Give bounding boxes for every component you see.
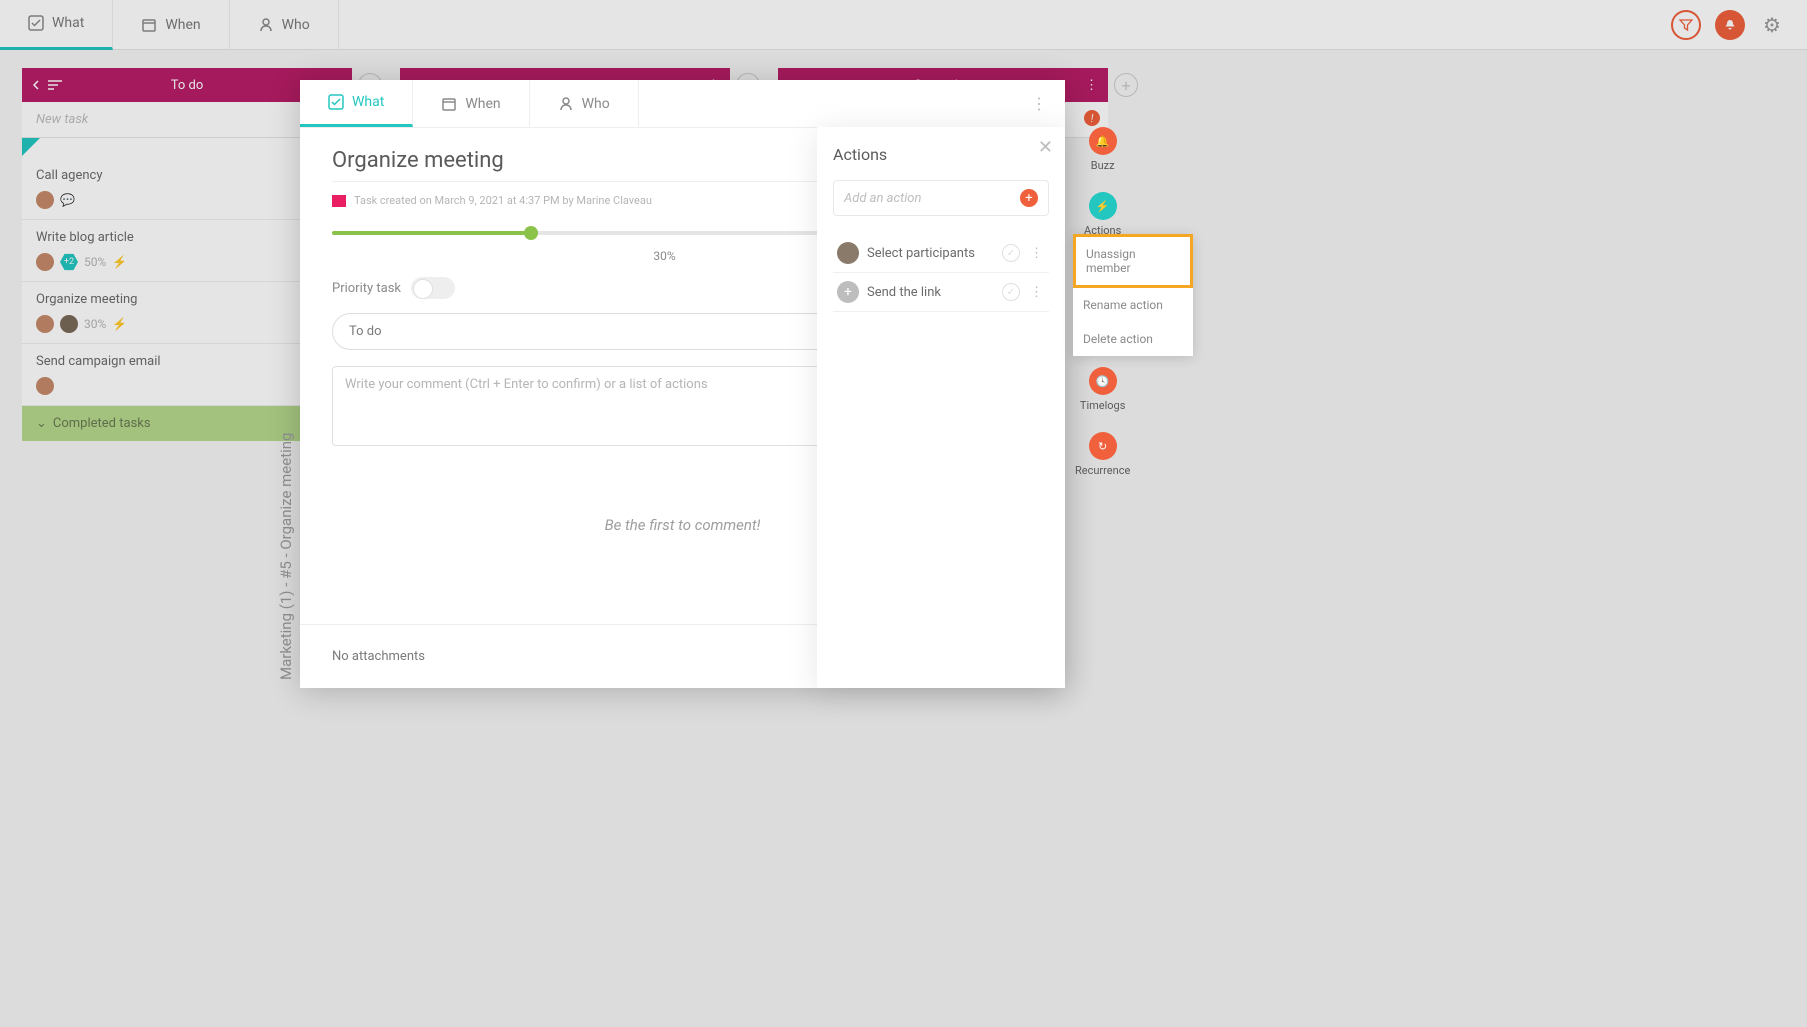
tool-recurrence[interactable]: ↻Recurrence	[1075, 432, 1130, 477]
ctx-unassign-member[interactable]: Unassign member	[1073, 234, 1193, 288]
modal-tab-what[interactable]: What	[300, 80, 413, 127]
unassigned-avatar-icon: +	[837, 281, 859, 303]
calendar-icon	[441, 96, 457, 112]
tool-actions[interactable]: ⚡Actions	[1084, 192, 1121, 237]
bolt-icon: ⚡	[1089, 192, 1117, 220]
action-label: Send the link	[867, 285, 941, 300]
tool-timelogs[interactable]: 🕓Timelogs	[1080, 367, 1126, 412]
attachments-label: No attachments	[332, 649, 425, 664]
action-check[interactable]: ✓	[1002, 244, 1020, 262]
tool-buzz[interactable]: 🔔Buzz	[1089, 127, 1117, 172]
action-menu-icon[interactable]: ⋮	[1028, 246, 1045, 261]
ctx-rename-action[interactable]: Rename action	[1073, 288, 1193, 322]
modal-tab-who[interactable]: Who	[530, 80, 639, 127]
priority-label: Priority task	[332, 281, 401, 296]
add-action-input[interactable]: Add an action+	[833, 180, 1049, 216]
action-item[interactable]: Select participants ✓ ⋮	[833, 234, 1049, 273]
person-icon	[558, 96, 574, 112]
avatar	[837, 242, 859, 264]
plus-icon: +	[1020, 189, 1038, 207]
actions-panel: ✕ Actions Add an action+ Select particip…	[817, 127, 1065, 688]
modal-tab-when[interactable]: When	[413, 80, 529, 127]
repeat-icon: ↻	[1089, 432, 1117, 460]
actions-title: Actions	[833, 145, 1049, 164]
priority-toggle[interactable]	[411, 277, 455, 299]
clock-icon: 🕓	[1089, 367, 1117, 395]
check-icon	[328, 94, 344, 110]
breadcrumb-vertical: Marketing (1) - #5 - Organize meeting	[277, 433, 295, 680]
project-color-icon	[332, 195, 346, 207]
action-item[interactable]: + Send the link ✓ ⋮	[833, 273, 1049, 312]
ctx-delete-action[interactable]: Delete action	[1073, 322, 1193, 356]
close-icon[interactable]: ✕	[1038, 137, 1053, 158]
action-context-menu: Unassign member Rename action Delete act…	[1073, 234, 1193, 356]
modal-tabs: What When Who ⋮	[300, 80, 1065, 128]
modal-more-icon[interactable]: ⋮	[1013, 80, 1065, 127]
bell-icon: 🔔	[1089, 127, 1117, 155]
action-check[interactable]: ✓	[1002, 283, 1020, 301]
action-label: Select participants	[867, 246, 975, 261]
action-menu-icon[interactable]: ⋮	[1028, 285, 1045, 300]
